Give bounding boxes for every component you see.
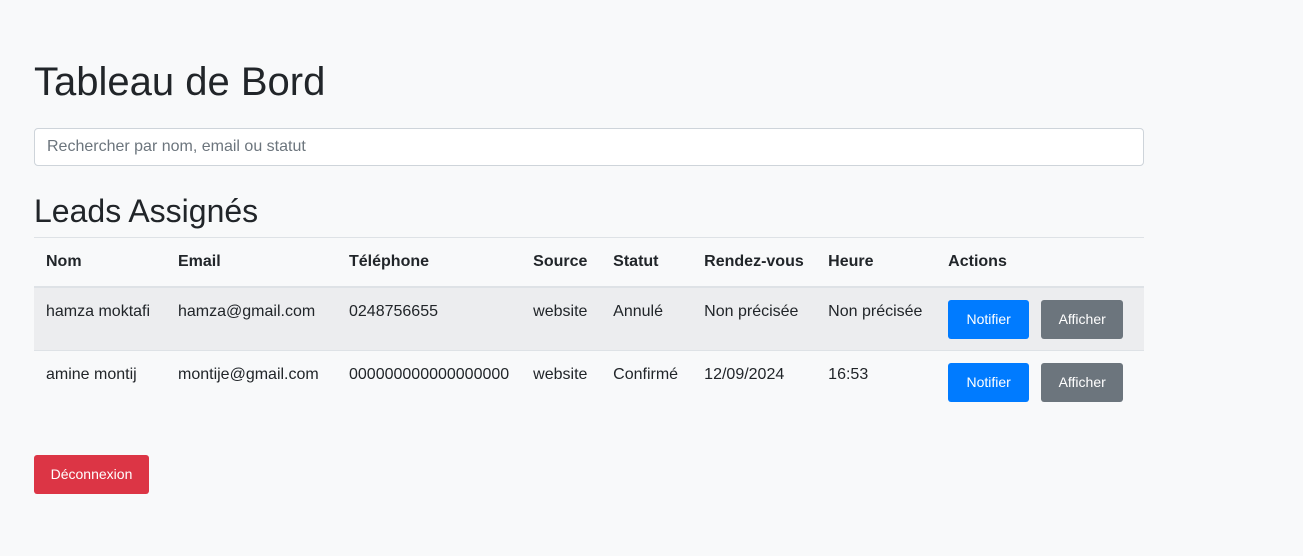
column-header-rendez-vous: Rendez-vous [692,237,817,288]
cell-telephone: 000000000000000000 [337,349,522,413]
table-row: hamza moktafi hamza@gmail.com 0248756655… [34,286,1144,350]
logout-button[interactable]: Déconnexion [34,455,149,494]
cell-email: montije@gmail.com [166,349,337,413]
view-button[interactable]: Afficher [1041,300,1124,339]
cell-heure: Non précisée [816,286,937,350]
view-button[interactable]: Afficher [1041,362,1124,402]
column-header-actions: Actions [936,237,1144,288]
column-header-source: Source [521,237,602,288]
search-input[interactable] [34,128,1144,166]
page-title: Tableau de Bord [34,60,326,104]
column-header-nom: Nom [34,237,166,288]
cell-source: website [521,349,602,413]
cell-nom: amine montij [34,349,166,413]
notify-button[interactable]: Notifier [948,362,1030,402]
cell-email: hamza@gmail.com [166,286,337,350]
cell-nom: hamza moktafi [34,286,166,350]
cell-rendez-vous: 12/09/2024 [692,349,817,413]
cell-rendez-vous: Non précisée [692,286,817,350]
notify-button[interactable]: Notifier [948,300,1030,339]
column-header-telephone: Téléphone [337,237,522,288]
table-header-row: Nom Email Téléphone Source Statut Rendez… [34,237,1144,288]
cell-statut: Confirmé [601,349,693,413]
table-row: amine montij montije@gmail.com 000000000… [34,349,1144,413]
cell-statut: Annulé [601,286,693,350]
cell-source: website [521,286,602,350]
leads-table: Nom Email Téléphone Source Statut Rendez… [34,237,1144,413]
cell-actions: Notifier Afficher [936,349,1144,413]
section-title: Leads Assignés [34,193,259,229]
column-header-email: Email [166,237,337,288]
column-header-statut: Statut [601,237,693,288]
column-header-heure: Heure [816,237,937,288]
cell-telephone: 0248756655 [337,286,522,350]
cell-actions: Notifier Afficher [936,286,1144,350]
cell-heure: 16:53 [816,349,937,413]
